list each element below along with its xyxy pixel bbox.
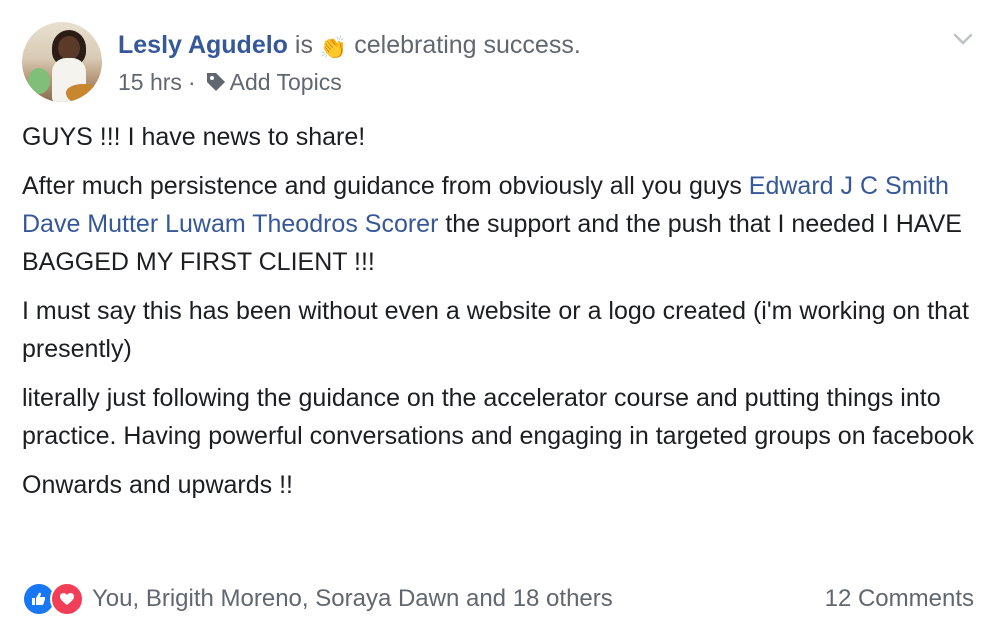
post-header: Lesly Agudelo is 👏 celebrating success. xyxy=(118,28,581,62)
post-text: the support and the push that I needed I… xyxy=(22,210,962,276)
post-body: GUYS !!! I have news to share! After muc… xyxy=(22,118,977,515)
activity-verb: is xyxy=(294,31,313,59)
love-reaction-icon xyxy=(50,582,84,616)
mention-link[interactable]: Dave Mutter xyxy=(22,210,158,238)
meta-separator: · xyxy=(187,69,196,95)
author-name-link[interactable]: Lesly Agudelo xyxy=(118,31,288,59)
reactors-text[interactable]: You, Brigith Moreno, Soraya Dawn and 18 … xyxy=(92,585,613,613)
post-footer: You, Brigith Moreno, Soraya Dawn and 18 … xyxy=(22,580,974,618)
comments-count-link[interactable]: 12 Comments xyxy=(825,585,974,613)
mention-link[interactable]: Luwam Theodros Scorer xyxy=(165,210,438,238)
post-meta: 15 hrs · Add Topics xyxy=(118,66,342,98)
post-text: After much persistence and guidance from… xyxy=(22,172,749,200)
author-avatar[interactable] xyxy=(22,22,102,102)
chevron-down-icon[interactable] xyxy=(952,30,974,48)
tag-icon[interactable] xyxy=(204,70,228,94)
post-paragraph: After much persistence and guidance from… xyxy=(22,167,977,281)
post-paragraph: Onwards and upwards !! xyxy=(22,471,293,499)
activity-text: celebrating success. xyxy=(354,31,581,59)
clapping-hands-icon: 👏 xyxy=(319,35,348,60)
add-topics-link[interactable]: Add Topics xyxy=(230,66,342,98)
mention-link[interactable]: Edward J C Smith xyxy=(749,172,949,200)
post-paragraph: I must say this has been without even a … xyxy=(22,297,969,363)
post-paragraph: literally just following the guidance on… xyxy=(22,384,975,450)
post-paragraph: GUYS !!! I have news to share! xyxy=(22,123,366,151)
feed-post: Lesly Agudelo is 👏 celebrating success. … xyxy=(0,0,992,620)
reactions-summary[interactable]: You, Brigith Moreno, Soraya Dawn and 18 … xyxy=(22,582,613,616)
post-timestamp[interactable]: 15 hrs xyxy=(118,66,182,98)
